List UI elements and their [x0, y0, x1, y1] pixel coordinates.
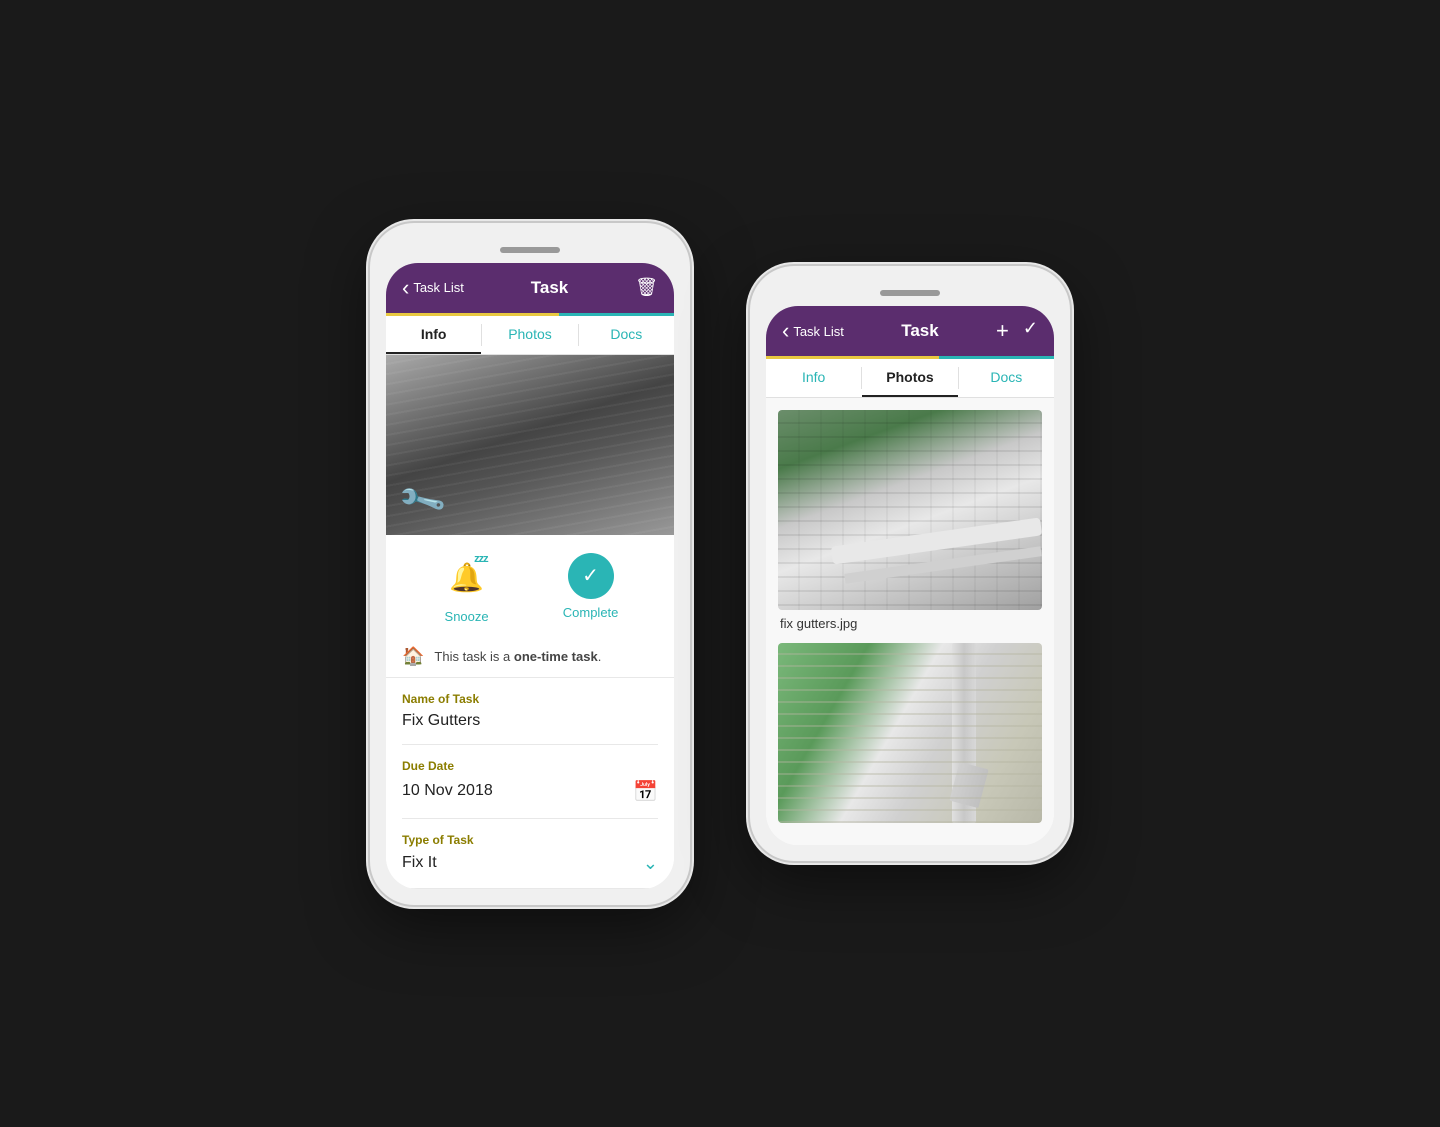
snooze-icon-container: 🔔 zzz — [442, 553, 492, 603]
right-header-title: Task — [901, 321, 939, 341]
checkmark-icon: ✓ — [582, 563, 599, 588]
complete-icon-circle: ✓ — [568, 553, 614, 599]
back-label: Task List — [413, 280, 464, 295]
phone-speaker — [500, 247, 560, 253]
right-tab-bar: Info Photos Docs — [766, 359, 1054, 398]
home-icon: 🏠 — [402, 646, 424, 667]
hero-image: 🔧 — [386, 355, 674, 535]
left-phone-screen: Task List Task 🗑 Info Photos Docs — [386, 263, 674, 889]
phone-speaker-right — [880, 290, 940, 296]
due-date-field: Due Date 10 Nov 2018 📅 — [402, 745, 658, 819]
snooze-label: Snooze — [445, 609, 489, 624]
right-header-actions: + ✓ — [996, 318, 1038, 344]
task-note-text: This task is a one-time task. — [434, 649, 601, 664]
photos-grid: fix gutters.jpg — [766, 398, 1054, 845]
zzz-icon: zzz — [474, 553, 488, 565]
task-note: 🏠 This task is a one-time task. — [386, 636, 674, 678]
form-section: Name of Task Fix Gutters Due Date 10 Nov… — [386, 678, 674, 889]
shingle-pattern-1 — [778, 410, 1042, 610]
photo-image-2 — [778, 643, 1042, 823]
type-of-task-field: Type of Task Fix It ⌄ — [402, 819, 658, 889]
left-phone: Task List Task 🗑 Info Photos Docs — [370, 223, 690, 905]
due-date-value[interactable]: 10 Nov 2018 📅 — [402, 779, 658, 804]
siding-pattern — [778, 643, 1042, 823]
right-back-label: Task List — [793, 324, 844, 339]
back-button[interactable]: Task List — [402, 275, 464, 301]
complete-label: Complete — [563, 605, 619, 620]
type-of-task-value[interactable]: Fix It ⌄ — [402, 853, 658, 874]
complete-button[interactable]: ✓ Complete — [563, 553, 619, 624]
right-tab-photos[interactable]: Photos — [862, 359, 957, 397]
type-of-task-label: Type of Task — [402, 833, 658, 847]
right-tab-info[interactable]: Info — [766, 359, 861, 397]
photo-item-2[interactable] — [778, 643, 1042, 823]
name-of-task-value[interactable]: Fix Gutters — [402, 712, 658, 730]
plus-icon[interactable]: + — [996, 318, 1009, 344]
name-of-task-label: Name of Task — [402, 692, 658, 706]
photo-image-1 — [778, 410, 1042, 610]
right-header: Task List Task + ✓ — [766, 306, 1054, 356]
right-chevron-left-icon — [782, 318, 789, 344]
trash-icon[interactable]: 🗑 — [635, 277, 658, 298]
header-actions: 🗑 — [635, 277, 658, 298]
photo-bg-2 — [778, 643, 1042, 823]
right-tab-docs[interactable]: Docs — [959, 359, 1054, 397]
due-date-label: Due Date — [402, 759, 658, 773]
name-of-task-field: Name of Task Fix Gutters — [402, 678, 658, 745]
tab-photos[interactable]: Photos — [482, 316, 577, 354]
chevron-left-icon — [402, 275, 409, 301]
header-title: Task — [531, 278, 569, 298]
photo-bg-1 — [778, 410, 1042, 610]
right-back-button[interactable]: Task List — [782, 318, 844, 344]
gutter-background: 🔧 — [386, 355, 674, 535]
calendar-icon[interactable]: 📅 — [633, 779, 658, 804]
tab-docs[interactable]: Docs — [579, 316, 674, 354]
tab-info[interactable]: Info — [386, 316, 481, 354]
action-buttons: 🔔 zzz Snooze ✓ Complete — [386, 535, 674, 636]
drill-icon: 🔧 — [395, 473, 449, 526]
left-header: Task List Task 🗑 — [386, 263, 674, 313]
chevron-down-icon[interactable]: ⌄ — [643, 853, 658, 874]
bell-icon: 🔔 — [449, 561, 484, 594]
photo-filename-1: fix gutters.jpg — [778, 610, 1042, 633]
check-icon[interactable]: ✓ — [1023, 318, 1038, 344]
photo-item-1[interactable]: fix gutters.jpg — [778, 410, 1042, 633]
tab-bar: Info Photos Docs — [386, 316, 674, 355]
right-phone: Task List Task + ✓ Info Photos Docs — [750, 266, 1070, 861]
snooze-button[interactable]: 🔔 zzz Snooze — [442, 553, 492, 624]
right-phone-screen: Task List Task + ✓ Info Photos Docs — [766, 306, 1054, 845]
